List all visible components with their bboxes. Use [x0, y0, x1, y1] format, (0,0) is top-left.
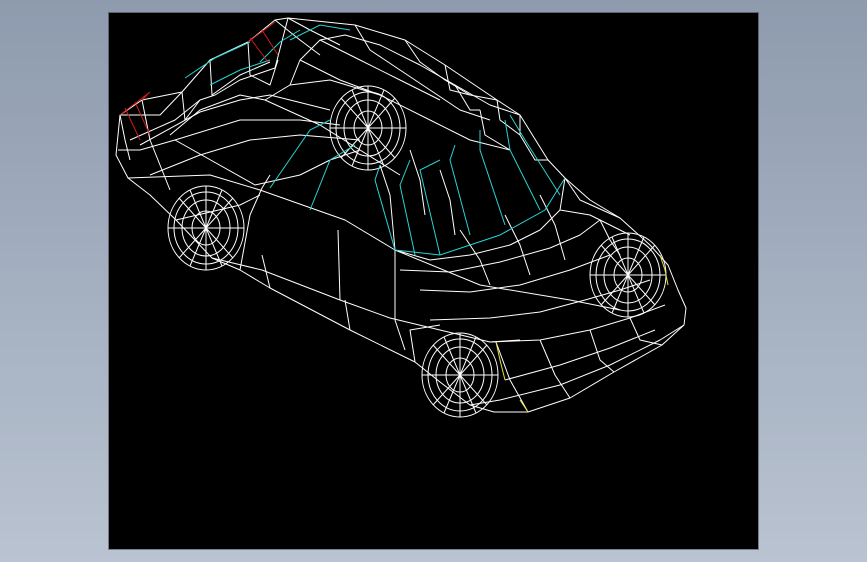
car-wireframe-canvas[interactable]	[109, 13, 758, 549]
wheel-rear-right	[329, 85, 407, 171]
wheel-front-left	[421, 332, 499, 418]
cad-viewport[interactable]	[109, 13, 758, 549]
wheel-front-right	[589, 232, 667, 318]
viewport-background	[109, 13, 758, 549]
app-window	[0, 0, 867, 562]
wheel-rear-left	[167, 185, 245, 271]
